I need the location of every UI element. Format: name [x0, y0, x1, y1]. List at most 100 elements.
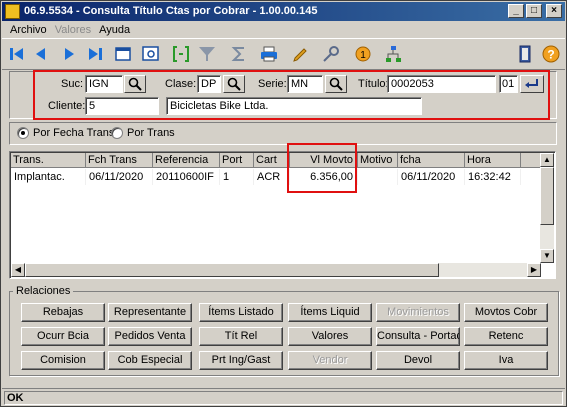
ocurr-bcia-button[interactable]: Ocurr Bcia	[21, 327, 105, 346]
scroll-thumb[interactable]	[25, 263, 439, 277]
menu-bar: Archivo Valores Ayuda	[2, 22, 565, 38]
brackets-icon[interactable]	[170, 43, 192, 65]
menu-ayuda[interactable]: Ayuda	[95, 22, 134, 38]
relaciones-title: Relaciones	[13, 284, 74, 298]
clase-search-button[interactable]	[223, 75, 245, 93]
col-motivo[interactable]: Motivo	[358, 153, 398, 168]
scroll-thumb[interactable]	[540, 167, 554, 225]
help-icon[interactable]: ?	[540, 43, 562, 65]
highlight-vl-movto	[287, 143, 357, 193]
vendor-button: Vendor	[288, 351, 372, 370]
magnifier-icon	[227, 77, 241, 91]
devol-button[interactable]: Devol	[376, 351, 460, 370]
svg-text:1: 1	[360, 50, 366, 61]
menu-archivo[interactable]: Archivo	[6, 22, 51, 38]
serie-label: Serie:	[258, 78, 287, 90]
radio-por-trans[interactable]: Por Trans	[111, 126, 175, 140]
scroll-up-icon[interactable]: ▲	[540, 153, 554, 167]
toolbar: 1 ?	[2, 38, 565, 70]
movtos-cobr-button[interactable]: Movtos Cobr	[464, 303, 548, 322]
next-icon[interactable]	[58, 43, 80, 65]
col-cart[interactable]: Cart	[254, 153, 290, 168]
horizontal-scrollbar[interactable]: ◀ ▶	[11, 263, 541, 277]
cliente-name-field: Bicicletas Bike Ltda.	[166, 97, 422, 115]
valores-button[interactable]: Valores	[288, 327, 372, 346]
comision-button[interactable]: Comision	[21, 351, 105, 370]
prt-ing-gast-button[interactable]: Prt Ing/Gast	[199, 351, 283, 370]
col-fcha[interactable]: fcha	[398, 153, 465, 168]
app-window: 06.9.5534 - Consulta Título Ctas por Cob…	[0, 0, 567, 407]
suc-field[interactable]: IGN	[85, 75, 123, 93]
serie-field[interactable]: MN	[287, 75, 323, 93]
pedidos-venta-button[interactable]: Pedidos Venta	[108, 327, 192, 346]
tit-rel-button[interactable]: Tít Rel	[199, 327, 283, 346]
cob-especial-button[interactable]: Cob Especial	[108, 351, 192, 370]
close-button[interactable]: ×	[546, 4, 562, 18]
first-icon[interactable]	[6, 43, 28, 65]
prev-icon[interactable]	[30, 43, 52, 65]
iva-button[interactable]: Iva	[464, 351, 548, 370]
suc-label: Suc:	[61, 78, 84, 90]
sigma-icon[interactable]	[228, 43, 250, 65]
col-fch-trans[interactable]: Fch Trans	[86, 153, 153, 168]
movimientos-button: Movimientos	[376, 303, 460, 322]
transactions-grid[interactable]: Trans. Fch Trans Referencia Port Cart Vl…	[9, 151, 556, 279]
exit-door-icon[interactable]	[514, 43, 536, 65]
status-bar: OK	[2, 388, 565, 406]
items-liquid-button[interactable]: Ítems Liquid	[288, 303, 372, 322]
cell-referencia: 20110600IF	[153, 169, 220, 185]
cell-motivo	[358, 169, 398, 185]
titulo-field[interactable]: 0002053	[387, 75, 496, 93]
cliente-label: Cliente:	[48, 100, 86, 112]
vertical-scrollbar[interactable]: ▲ ▼	[540, 153, 554, 263]
window-icon[interactable]	[112, 43, 134, 65]
scroll-left-icon[interactable]: ◀	[11, 263, 25, 277]
key-icon[interactable]	[320, 43, 342, 65]
suc-search-button[interactable]	[124, 75, 146, 93]
items-listado-button[interactable]: Ítems Listado	[199, 303, 283, 322]
enter-arrow-icon	[525, 79, 538, 88]
cliente-field[interactable]: 5	[85, 97, 159, 115]
rebajas-button[interactable]: Rebajas	[21, 303, 105, 322]
menu-valores: Valores	[54, 24, 92, 36]
enter-button[interactable]	[520, 75, 544, 93]
window-search-icon[interactable]	[140, 43, 162, 65]
alert-icon[interactable]: 1	[352, 43, 374, 65]
table-row[interactable]: Implantac. 06/11/2020 20110600IF 1 ACR 6…	[11, 169, 521, 185]
cell-hora: 16:32:42	[465, 169, 521, 185]
window-title: 06.9.5534 - Consulta Título Ctas por Cob…	[24, 5, 318, 17]
representante-button[interactable]: Representante	[108, 303, 192, 322]
col-hora[interactable]: Hora	[465, 153, 521, 168]
maximize-button[interactable]: □	[526, 4, 542, 18]
cell-fcha: 06/11/2020	[398, 169, 465, 185]
cuota-field[interactable]: 01	[499, 75, 518, 93]
magnifier-icon	[329, 77, 343, 91]
cell-cart: ACR	[254, 169, 290, 185]
last-icon[interactable]	[84, 43, 106, 65]
tree-icon[interactable]	[382, 43, 404, 65]
scroll-right-icon[interactable]: ▶	[527, 263, 541, 277]
scroll-down-icon[interactable]: ▼	[540, 249, 554, 263]
col-trans[interactable]: Trans.	[11, 153, 86, 168]
pencil-icon[interactable]	[290, 43, 312, 65]
retenc-button[interactable]: Retenc	[464, 327, 548, 346]
col-referencia[interactable]: Referencia	[153, 153, 220, 168]
consulta-portado-button[interactable]: Consulta - Portado	[376, 327, 460, 346]
radio-unchecked-icon	[111, 127, 123, 139]
radio-por-fecha-trans[interactable]: Por Fecha Trans	[17, 126, 114, 140]
clase-field[interactable]: DP	[197, 75, 221, 93]
radio-label: Por Trans	[127, 127, 175, 139]
svg-text:?: ?	[547, 48, 554, 62]
radio-label: Por Fecha Trans	[33, 127, 115, 139]
window-controls: _ □ ×	[508, 4, 562, 18]
app-icon	[5, 4, 20, 19]
cell-fch-trans: 06/11/2020	[86, 169, 153, 185]
grid-header: Trans. Fch Trans Referencia Port Cart Vl…	[11, 153, 543, 168]
cell-port: 1	[220, 169, 254, 185]
minimize-button[interactable]: _	[508, 4, 524, 18]
cell-trans: Implantac.	[11, 169, 86, 185]
print-icon[interactable]	[258, 43, 280, 65]
serie-search-button[interactable]	[325, 75, 347, 93]
filter-icon[interactable]	[196, 43, 218, 65]
col-port[interactable]: Port	[220, 153, 254, 168]
